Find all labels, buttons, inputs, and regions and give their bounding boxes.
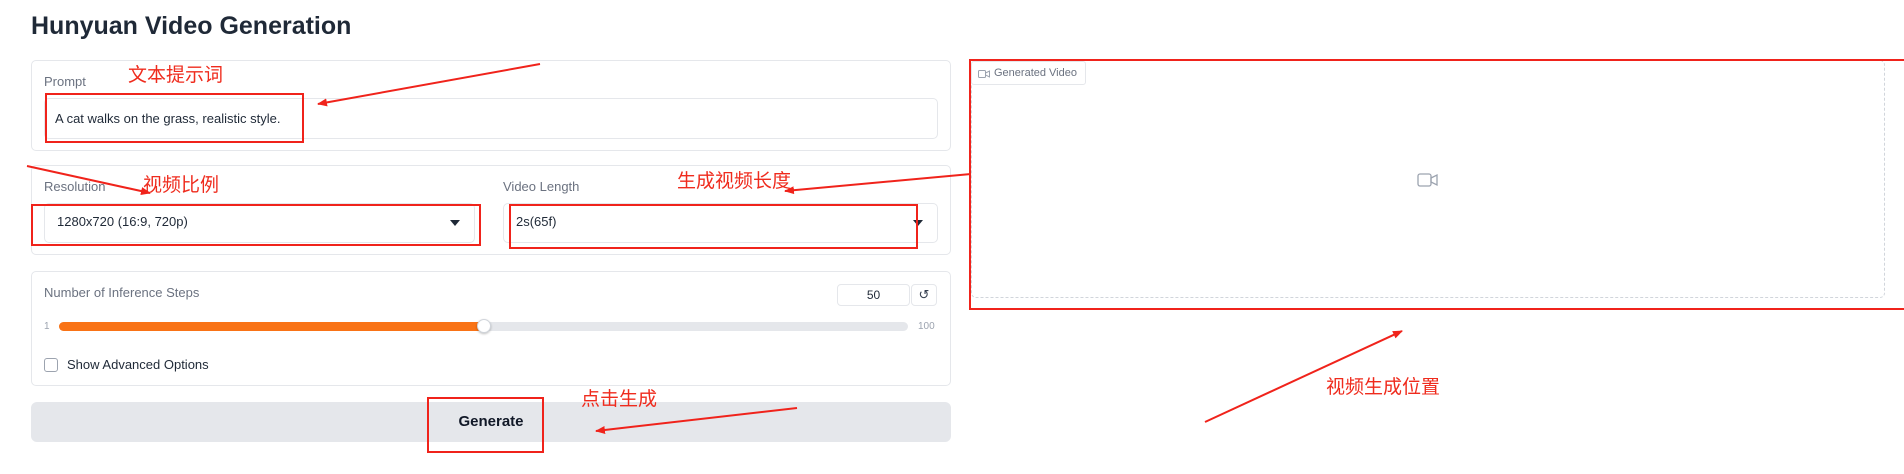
length-arrow — [784, 173, 972, 195]
generate-arrow — [595, 407, 798, 434]
output-arrow — [1204, 330, 1403, 423]
resolution-arrow — [26, 165, 151, 195]
annotation-arrows — [26, 63, 1403, 434]
prompt-arrow — [317, 63, 541, 107]
